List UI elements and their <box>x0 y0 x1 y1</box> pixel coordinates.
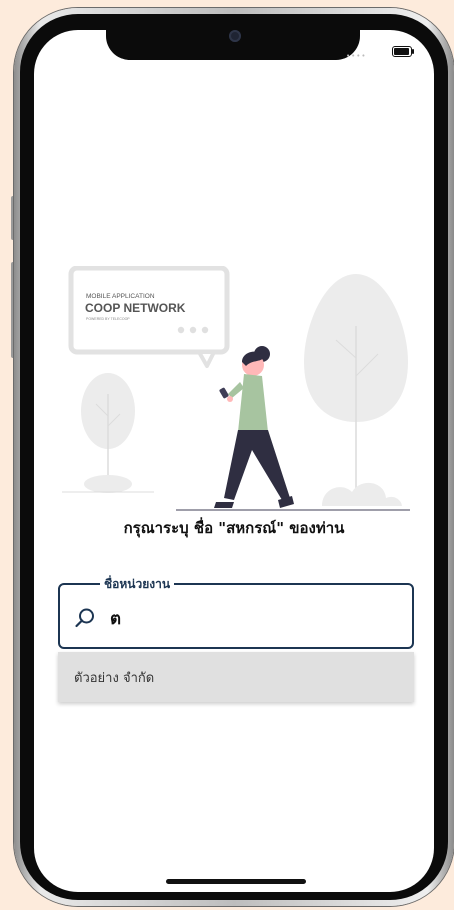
battery-icon <box>392 46 414 57</box>
speech-bubble: MOBILE APPLICATION COOP NETWORK POWERED … <box>68 266 230 368</box>
signal-icon: •••• <box>346 52 367 60</box>
prompt-title: กรุณาระบุ ชื่อ "สหกรณ์" ของท่าน <box>123 519 345 537</box>
bubble-line1: MOBILE APPLICATION <box>86 293 155 300</box>
search-field-label: ชื่อหน่วยงาน <box>100 575 175 594</box>
suggestion-item[interactable]: ตัวอย่าง จำกัด <box>58 652 414 702</box>
home-indicator[interactable] <box>166 879 306 884</box>
large-tree-illustration <box>304 274 408 506</box>
organization-search-field[interactable]: ชื่อหน่วยงาน <box>58 575 414 649</box>
camera-icon <box>229 30 241 42</box>
small-tree-illustration <box>62 373 154 493</box>
coop-illustration: MOBILE APPLICATION COOP NETWORK POWERED … <box>62 266 410 511</box>
search-icon <box>75 608 94 628</box>
search-input[interactable] <box>108 603 402 633</box>
bubble-line3: POWERED BY TELECOOP <box>86 317 130 321</box>
bubble-line2: COOP NETWORK <box>85 301 186 315</box>
